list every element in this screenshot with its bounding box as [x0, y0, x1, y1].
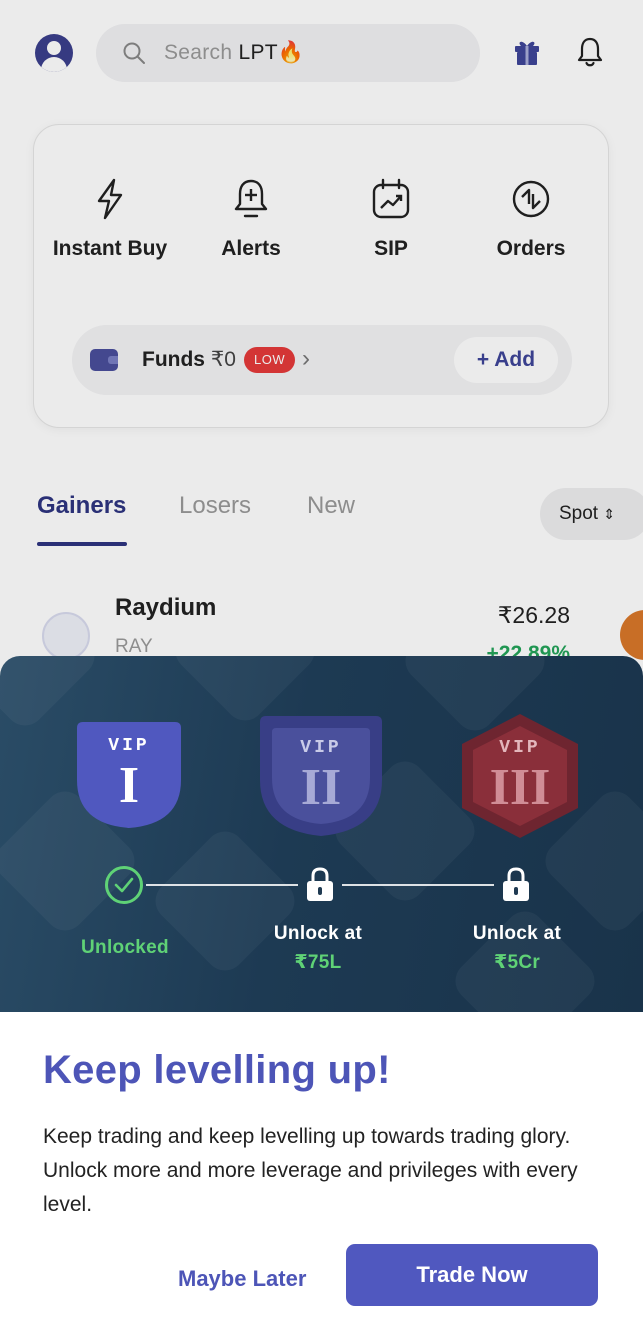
vip-1-numeral: I: [118, 757, 140, 814]
sheet-description: Keep trading and keep levelling up towar…: [43, 1125, 578, 1216]
vip-3-tag: VIP: [499, 738, 541, 758]
progress-connector: [342, 884, 494, 886]
vip-3-status: Unlock at ₹5Cr: [472, 923, 562, 973]
vip-2-status: Unlock at ₹75L: [273, 923, 363, 973]
trade-now-button[interactable]: Trade Now: [346, 1244, 598, 1306]
vip-2-numeral: II: [300, 759, 342, 816]
vip-3-numeral: III: [489, 759, 551, 816]
vip-1-tag: VIP: [108, 736, 150, 756]
vip-bottom-sheet: VIP I VIP II VIP III Unlocked Unlock at …: [0, 656, 643, 1333]
progress-connector: [146, 884, 298, 886]
lock-icon: [503, 867, 529, 901]
sheet-headline: Keep levelling up!: [43, 1048, 391, 1092]
lock-icon: [307, 867, 333, 901]
vip-banner: VIP I VIP II VIP III Unlocked Unlock at …: [0, 656, 643, 1012]
vip-1-status: Unlocked: [81, 937, 169, 958]
maybe-later-button[interactable]: Maybe Later: [178, 1266, 306, 1292]
vip-2-tag: VIP: [300, 738, 342, 758]
sheet-content: Keep levelling up! Keep trading and keep…: [0, 1012, 643, 1333]
check-circle-icon: [105, 866, 143, 904]
